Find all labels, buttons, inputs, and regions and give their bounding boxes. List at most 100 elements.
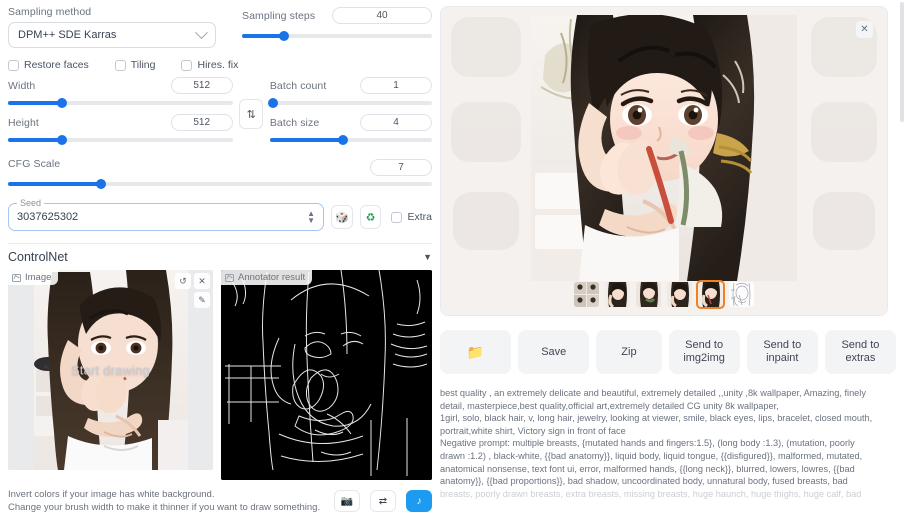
seed-stepper[interactable]: ▲ ▼ (307, 210, 315, 225)
image-icon (225, 273, 235, 282)
checkbox-box[interactable] (8, 59, 19, 71)
send-to-img2img-button[interactable]: Send to img2img (668, 330, 740, 374)
tiling-checkbox[interactable]: Tiling (114, 59, 156, 71)
thumbnail-2[interactable] (636, 282, 661, 307)
slider-track (269, 100, 432, 105)
checkbox-box[interactable] (181, 59, 193, 71)
scrollbar-thumb[interactable] (900, 2, 904, 122)
run-annotator-icon: ♪ (416, 495, 422, 507)
controlnet-footer-buttons: 📷 ⇄ ♪ (334, 490, 432, 512)
swap-dimensions-button[interactable]: ⇅ (239, 99, 264, 129)
batch-count-group: Batch count 1 (268, 77, 432, 108)
chevron-down-icon[interactable]: ▼ (423, 252, 432, 262)
height-group: Height 512 (8, 114, 233, 145)
close-icon[interactable]: ✕ (194, 273, 211, 289)
divider (8, 243, 432, 244)
slider-knob[interactable] (56, 134, 67, 145)
hires-fix-checkbox[interactable]: Hires. fix (181, 59, 238, 71)
thumb-art (636, 282, 661, 307)
slider-knob[interactable] (268, 97, 279, 108)
height-value[interactable]: 512 (170, 114, 233, 131)
controlnet-header[interactable]: ControlNet ▼ (8, 250, 432, 264)
thumb-art (605, 282, 630, 307)
image-pane-label: Image (25, 272, 52, 283)
cfg-scale-group: CFG Scale 7 (8, 151, 432, 189)
thumb-art (667, 282, 692, 307)
batch-count-slider[interactable] (268, 97, 432, 108)
run-annotator-button[interactable]: ♪ (406, 490, 432, 512)
annotator-pane-tag: Annotator result (221, 270, 313, 285)
width-slider[interactable] (8, 97, 233, 108)
zip-button[interactable]: Zip (596, 330, 662, 374)
recycle-icon: ♻ (365, 211, 376, 224)
sampling-method-select[interactable]: DPM++ SDE Karras (8, 22, 216, 48)
width-value[interactable]: 512 (170, 77, 233, 94)
cfg-scale-slider[interactable] (8, 178, 432, 189)
controlnet-annotator-pane[interactable]: Annotator result (221, 270, 432, 480)
batch-count-value[interactable]: 1 (360, 77, 432, 94)
camera-icon: 📷 (340, 495, 354, 507)
folder-icon: 📁 (466, 343, 485, 360)
controlnet-footer: Invert colors if your image has white ba… (8, 488, 432, 514)
cfg-scale-label: CFG Scale (8, 157, 61, 170)
batch-group: Batch count 1 Batch size 4 (268, 77, 432, 145)
controlnet-image-pane[interactable]: Image ↺ ✕ ✎ Start drawing (8, 270, 214, 470)
sampling-method-group: Sampling method DPM++ SDE Karras (8, 6, 216, 48)
save-button[interactable]: Save (518, 330, 590, 374)
reuse-seed-button[interactable]: ♻ (359, 205, 382, 229)
left-settings-panel: Sampling method DPM++ SDE Karras Samplin… (0, 0, 440, 514)
prompt-line: detail, masterpiece,best quality,officia… (440, 400, 779, 411)
restore-faces-checkbox[interactable]: Restore faces (8, 59, 89, 71)
batch-size-slider[interactable] (269, 134, 432, 145)
thumbnail-4[interactable] (696, 280, 725, 309)
undo-icon[interactable]: ↺ (175, 273, 192, 289)
thumbnail-3[interactable] (667, 282, 692, 307)
thumbnail-grid[interactable] (574, 282, 599, 307)
image-gallery[interactable]: ✕ (440, 6, 888, 316)
sampling-steps-label: Sampling steps (242, 9, 316, 22)
camera-capture-button[interactable]: 📷 (334, 490, 360, 512)
slider-knob[interactable] (278, 30, 289, 41)
canny-edge-result (221, 270, 432, 480)
slider-knob[interactable] (96, 178, 107, 189)
thumbnail-strip (441, 280, 887, 309)
image-pane-tag: Image (8, 270, 59, 285)
slider-fill (8, 181, 102, 186)
start-drawing-overlay: Start drawing (70, 362, 151, 378)
sampling-steps-value[interactable]: 40 (332, 7, 432, 24)
send-to-extras-button[interactable]: Send to extras (824, 330, 897, 374)
tiling-label: Tiling (130, 59, 156, 71)
chevron-down-icon (195, 25, 208, 39)
annotator-pane-label: Annotator result (238, 272, 306, 283)
slider-fill (242, 33, 284, 38)
thumb-art (574, 282, 599, 307)
swap-images-button[interactable]: ⇄ (370, 490, 396, 512)
slider-fill (269, 137, 343, 142)
thumbnail-1[interactable] (605, 282, 630, 307)
send-to-inpaint-button[interactable]: Send to inpaint (746, 330, 818, 374)
brush-icon[interactable]: ✎ (194, 292, 211, 308)
seed-input[interactable]: Seed 3037625302 ▲ ▼ (8, 198, 325, 231)
swap-vertical-icon: ⇅ (246, 108, 256, 121)
slider-knob[interactable] (337, 134, 348, 145)
close-icon[interactable]: ✕ (856, 21, 873, 38)
controlnet-hints: Invert colors if your image has white ba… (8, 488, 320, 514)
open-folder-button[interactable]: 📁 (440, 330, 512, 374)
batch-size-label: Batch size (269, 116, 320, 129)
checkbox-box[interactable] (391, 211, 403, 223)
generated-image[interactable] (531, 15, 797, 281)
slider-knob[interactable] (56, 97, 67, 108)
randomize-seed-button[interactable]: 🎲 (331, 205, 353, 229)
sampling-steps-group: Sampling steps 40 (242, 7, 432, 48)
extra-checkbox[interactable]: Extra (391, 211, 432, 223)
page-scrollbar[interactable] (900, 0, 904, 514)
batch-size-value[interactable]: 4 (360, 114, 432, 131)
negative-prompt-line: drawn :1.2) , black-white, {{bad anatomy… (440, 450, 863, 461)
height-slider[interactable] (8, 134, 233, 145)
sampling-steps-slider[interactable] (242, 30, 432, 41)
checkbox-box[interactable] (114, 59, 126, 71)
cfg-scale-value[interactable]: 7 (370, 159, 432, 176)
prompt-line: 1girl, solo, black hair, v, long hair, j… (440, 413, 873, 424)
thumbnail-sketch[interactable] (729, 282, 754, 307)
dice-icon: 🎲 (335, 211, 349, 224)
